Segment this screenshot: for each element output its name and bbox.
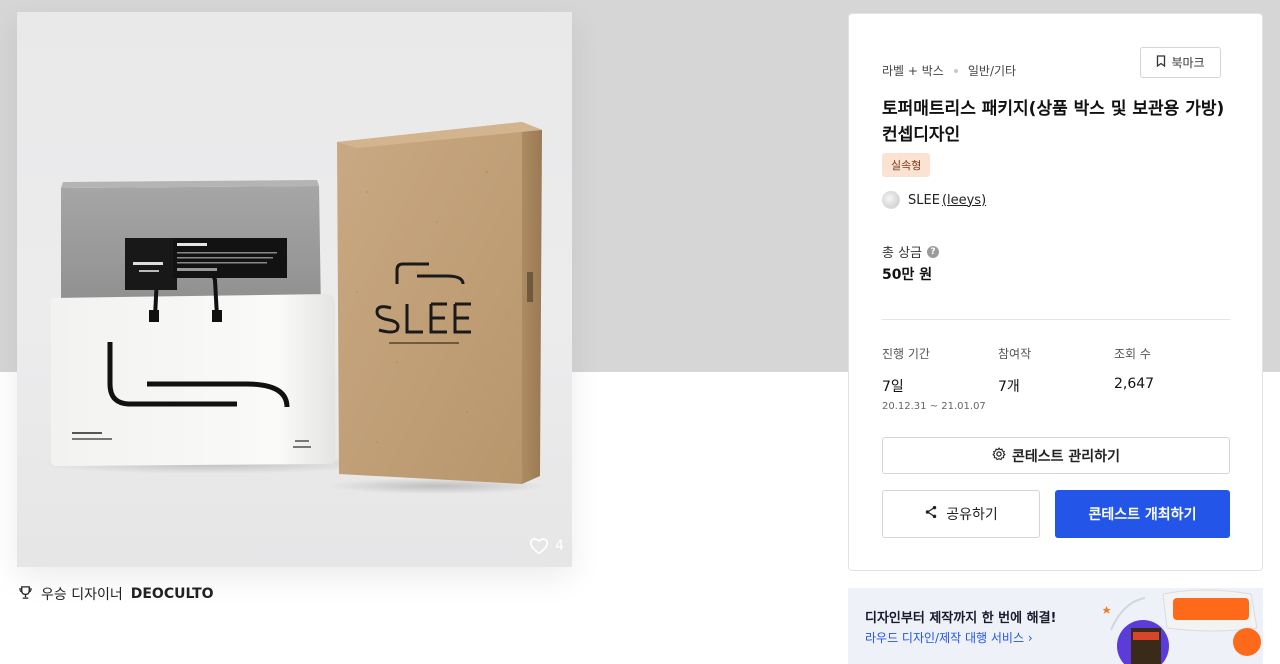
gear-icon: [992, 446, 1006, 465]
stat-value: 7일: [882, 379, 904, 395]
subcategory-label[interactable]: 일반/기타: [968, 62, 1016, 79]
stat-date-range: 20.12.31 ~ 21.01.07: [882, 401, 986, 412]
stat-duration: 진행 기간 7일 20.12.31 ~ 21.01.07: [882, 345, 998, 412]
plan-badge: 실속형: [882, 153, 931, 177]
ad-banner[interactable]: 디자인부터 제작까지 한 번에 해결! 라우드 디자인/제작 대행 서비스 ›: [848, 588, 1263, 664]
winner-name[interactable]: DEOCULTO: [131, 586, 214, 602]
bookmark-button[interactable]: 북마크: [1140, 47, 1221, 78]
stat-label: 진행 기간: [882, 347, 930, 361]
prize-value: 50만 원: [882, 267, 933, 283]
bookmark-label: 북마크: [1171, 56, 1205, 70]
host-info[interactable]: SLEE (leeys): [882, 191, 986, 209]
heart-icon: [529, 537, 549, 555]
ad-title: 디자인부터 제작까지 한 번에 해결!: [865, 611, 1057, 626]
like-button[interactable]: 4: [529, 537, 564, 555]
stat-label: 참여작: [998, 347, 1032, 361]
prize-label: 총 상금: [882, 246, 923, 261]
bookmark-icon: [1156, 55, 1166, 70]
share-label: 공유하기: [946, 507, 998, 523]
stat-label: 조회 수: [1114, 347, 1151, 361]
manage-contest-button[interactable]: 콘테스트 관리하기: [882, 437, 1230, 474]
share-button[interactable]: 공유하기: [882, 490, 1040, 538]
product-illustration: [37, 122, 547, 494]
host-handle[interactable]: (leeys): [942, 193, 986, 208]
host-name: SLEE: [908, 192, 940, 208]
divider: [882, 319, 1230, 320]
prize-label-row: 총 상금 ?: [882, 242, 940, 261]
winner-label: 우승 디자이너: [41, 587, 123, 603]
contest-winner-image[interactable]: 4: [17, 12, 572, 567]
host-contest-button[interactable]: 콘테스트 개최하기: [1055, 490, 1230, 538]
avatar: [882, 191, 900, 209]
contest-title: 토퍼매트리스 패키지(상품 박스 및 보관용 가방) 컨셉디자인: [882, 99, 1225, 145]
trophy-icon: [18, 585, 33, 604]
breadcrumb: 라벨 + 박스 일반/기타: [882, 62, 1016, 79]
share-icon: [924, 505, 938, 523]
category-label[interactable]: 라벨 + 박스: [882, 62, 944, 79]
stat-value: 7개: [998, 379, 1020, 395]
contest-stats: 진행 기간 7일 20.12.31 ~ 21.01.07 참여작 7개 조회 수…: [882, 345, 1230, 412]
like-count: 4: [555, 538, 564, 554]
stat-entries: 참여작 7개: [998, 345, 1114, 412]
ad-link[interactable]: 라우드 디자인/제작 대행 서비스 ›: [865, 629, 1033, 646]
separator-dot: [953, 68, 958, 73]
contest-info-panel: 라벨 + 박스 일반/기타 북마크 토퍼매트리스 패키지(상품 박스 및 보관용…: [848, 13, 1263, 571]
winner-designer: 우승 디자이너 DEOCULTO: [18, 584, 214, 604]
stat-value: 2,647: [1114, 376, 1155, 392]
help-icon[interactable]: ?: [927, 245, 940, 258]
manage-label: 콘테스트 관리하기: [1012, 448, 1120, 465]
stat-views: 조회 수 2,647: [1114, 345, 1230, 412]
ad-illustration: [1103, 589, 1261, 664]
